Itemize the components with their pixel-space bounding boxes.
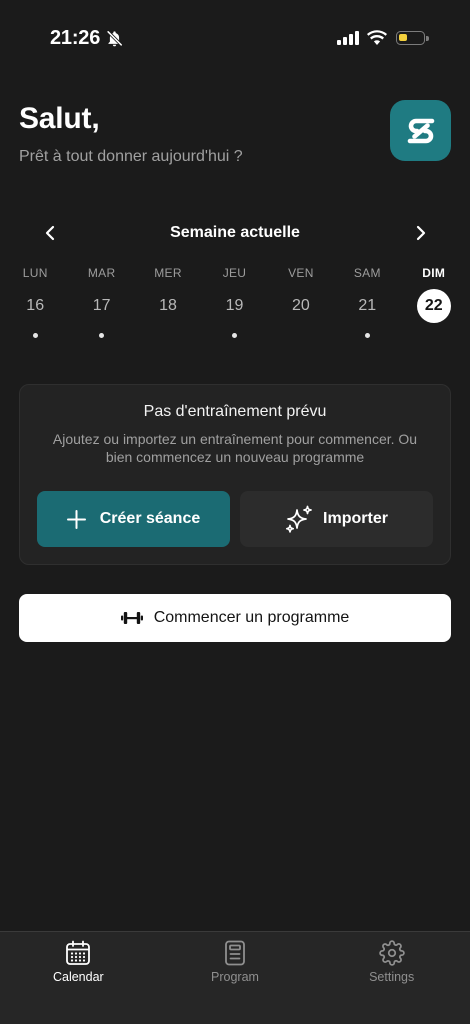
day-label: LUN xyxy=(22,266,48,280)
app-logo-icon xyxy=(390,100,451,161)
day-mar[interactable]: MAR 17 xyxy=(68,264,134,338)
greeting-subtitle: Prêt à tout donner aujourd'hui ? xyxy=(19,148,243,165)
day-mer[interactable]: MER 18 xyxy=(135,264,201,338)
tab-calendar[interactable]: Calendar xyxy=(0,932,157,1024)
day-lun[interactable]: LUN 16 xyxy=(2,264,68,338)
day-label: SAM xyxy=(353,266,381,280)
battery-level xyxy=(399,34,407,41)
week-title: Semaine actuelle xyxy=(170,224,300,241)
day-date: 19 xyxy=(225,297,244,314)
tab-settings[interactable]: Settings xyxy=(313,932,470,1024)
workout-dot xyxy=(364,333,370,338)
wifi-icon xyxy=(367,30,387,50)
chevron-right-icon xyxy=(416,225,426,241)
gear-icon xyxy=(378,940,405,966)
workout-dot xyxy=(99,333,105,338)
day-date: 17 xyxy=(92,297,111,314)
prev-week-button[interactable] xyxy=(40,223,60,243)
week-days-row: LUN 16 MAR 17 MER 18 JEU 19 VEN 20 SAM 2… xyxy=(2,264,467,338)
workout-dot xyxy=(231,333,237,338)
document-icon xyxy=(222,940,248,966)
status-time: 21:26 xyxy=(50,27,101,49)
calendar-icon xyxy=(65,940,91,966)
day-date: 22 xyxy=(416,289,451,323)
signal-icon xyxy=(337,31,359,50)
day-sam[interactable]: SAM 21 xyxy=(334,264,400,338)
create-session-label: Créer séance xyxy=(99,510,201,527)
start-program-button[interactable]: Commencer un programme xyxy=(19,594,451,642)
import-label: Importer xyxy=(323,510,388,527)
tab-label: Settings xyxy=(369,970,415,984)
bell-slash-icon xyxy=(106,30,123,47)
day-date: 18 xyxy=(159,297,177,314)
chevron-left-icon xyxy=(45,225,55,241)
next-week-button[interactable] xyxy=(411,223,431,243)
empty-state-description: Ajoutez ou importez un entraînement pour… xyxy=(52,431,418,465)
plus-icon xyxy=(66,509,86,529)
dumbbell-icon xyxy=(120,612,143,624)
day-dim[interactable]: DIM 22 xyxy=(401,264,467,338)
day-date: 16 xyxy=(26,297,45,314)
day-ven[interactable]: VEN 20 xyxy=(268,264,334,338)
bottom-tab-bar: Calendar Program Settings xyxy=(0,931,470,1024)
day-date: 21 xyxy=(358,297,377,314)
tab-label: Program xyxy=(211,970,259,984)
sparkles-icon xyxy=(285,505,312,533)
day-label: MAR xyxy=(87,266,116,280)
start-program-label: Commencer un programme xyxy=(153,609,350,626)
day-label: JEU xyxy=(222,266,247,280)
day-jeu[interactable]: JEU 19 xyxy=(201,264,267,338)
battery-icon xyxy=(396,31,429,45)
greeting-title: Salut, xyxy=(19,102,100,135)
import-button[interactable]: Importer xyxy=(240,491,433,547)
day-label: DIM xyxy=(422,266,446,280)
empty-state-title: Pas d'entraînement prévu xyxy=(143,403,327,420)
tab-label: Calendar xyxy=(52,970,104,984)
tab-program[interactable]: Program xyxy=(157,932,314,1024)
day-label: VEN xyxy=(288,266,314,280)
day-label: MER xyxy=(154,266,182,280)
workout-dot xyxy=(32,333,38,338)
empty-state-card: Pas d'entraînement prévu Ajoutez ou impo… xyxy=(19,384,451,565)
day-date: 20 xyxy=(291,297,310,314)
create-session-button[interactable]: Créer séance xyxy=(37,491,230,547)
